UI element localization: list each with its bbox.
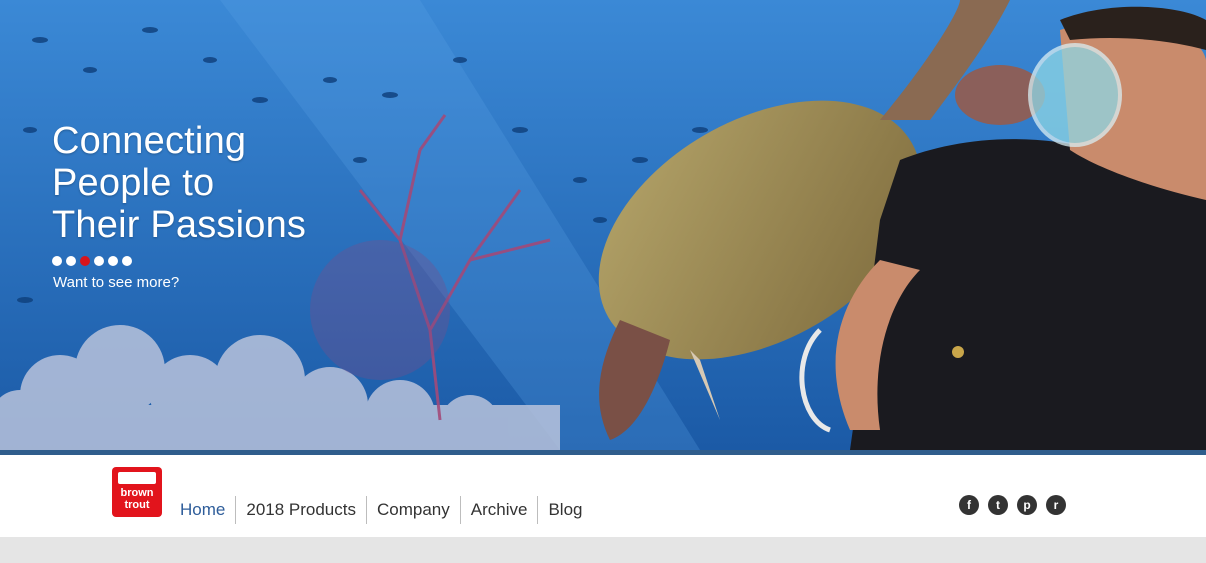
twitter-icon[interactable]: t bbox=[988, 495, 1008, 515]
brown-trout-logo[interactable]: brown trout bbox=[112, 467, 162, 517]
trout-icon bbox=[118, 472, 156, 484]
slide-dot-2[interactable] bbox=[66, 256, 76, 266]
slide-dot-4[interactable] bbox=[94, 256, 104, 266]
nav-item-home[interactable]: Home bbox=[172, 496, 235, 524]
slide-dot-1[interactable] bbox=[52, 256, 62, 266]
logo-line-1: brown bbox=[120, 487, 154, 499]
rss-icon[interactable]: r bbox=[1046, 495, 1066, 515]
hero-headline: Connecting People to Their Passions bbox=[52, 120, 307, 246]
slide-dot-6[interactable] bbox=[122, 256, 132, 266]
main-menu: Home 2018 Products Company Archive Blog bbox=[172, 496, 592, 524]
pinterest-icon[interactable]: p bbox=[1017, 495, 1037, 515]
slide-dot-5[interactable] bbox=[108, 256, 118, 266]
logo-line-2: trout bbox=[124, 499, 150, 511]
slide-indicator bbox=[52, 256, 132, 266]
content-background bbox=[0, 537, 1206, 563]
facebook-icon[interactable]: f bbox=[959, 495, 979, 515]
social-links: f t p r bbox=[959, 495, 1066, 515]
slide-dot-3[interactable] bbox=[80, 256, 90, 266]
see-more-link[interactable]: Want to see more? bbox=[53, 274, 179, 291]
nav-item-blog[interactable]: Blog bbox=[538, 496, 592, 524]
hero-banner: Connecting People to Their Passions Want… bbox=[0, 0, 1206, 450]
nav-item-company[interactable]: Company bbox=[367, 496, 460, 524]
nav-item-2018-products[interactable]: 2018 Products bbox=[236, 496, 366, 524]
nav-item-archive[interactable]: Archive bbox=[461, 496, 538, 524]
